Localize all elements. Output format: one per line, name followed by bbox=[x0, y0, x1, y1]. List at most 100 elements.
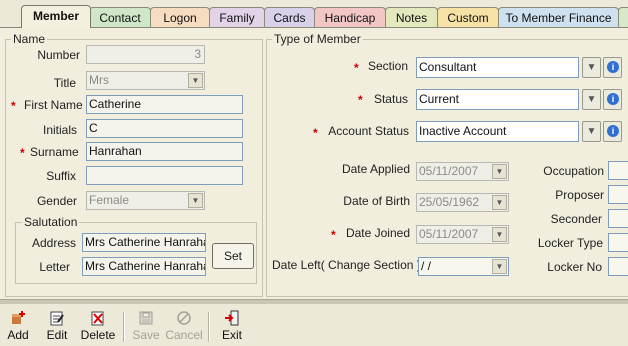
date-applied-value: 05/11/2007 bbox=[419, 164, 479, 178]
status-info-button[interactable]: i bbox=[603, 89, 622, 110]
account-status-info-button[interactable]: i bbox=[603, 121, 622, 142]
seconder-field[interactable] bbox=[608, 209, 628, 228]
number-field[interactable]: 3 bbox=[86, 45, 205, 64]
cancel-button[interactable]: Cancel bbox=[165, 310, 203, 342]
cancel-icon bbox=[176, 310, 192, 326]
tab-contact[interactable]: Contact bbox=[89, 7, 151, 27]
initials-field[interactable]: C bbox=[86, 119, 243, 138]
surname-field[interactable]: Hanrahan bbox=[86, 142, 243, 161]
tab-notes[interactable]: Notes bbox=[385, 7, 438, 27]
date-left-field[interactable]: / / ▼ bbox=[418, 257, 509, 276]
suffix-label: Suffix bbox=[46, 169, 76, 183]
save-icon bbox=[138, 310, 154, 326]
required-marker: * bbox=[313, 126, 318, 140]
tab-member[interactable]: Member bbox=[21, 5, 91, 28]
required-marker: * bbox=[11, 99, 16, 113]
status-dropdown-button[interactable]: ▼ bbox=[582, 89, 601, 110]
tab-to-member-finance[interactable]: To Member Finance bbox=[498, 7, 619, 27]
chevron-down-icon[interactable]: ▼ bbox=[188, 193, 203, 208]
required-marker: * bbox=[20, 146, 25, 160]
delete-button[interactable]: Delete bbox=[80, 310, 116, 342]
required-marker: * bbox=[331, 228, 336, 242]
tab-overflow[interactable] bbox=[618, 7, 628, 27]
proposer-label: Proposer bbox=[555, 188, 604, 202]
required-marker: * bbox=[358, 93, 363, 107]
set-button[interactable]: Set bbox=[212, 243, 254, 269]
tab-logon[interactable]: Logon bbox=[150, 7, 210, 27]
suffix-field[interactable] bbox=[86, 166, 243, 185]
number-label: Number bbox=[37, 48, 80, 62]
proposer-field[interactable] bbox=[608, 185, 628, 204]
tab-family[interactable]: Family bbox=[209, 7, 265, 27]
account-status-label: Account Status bbox=[328, 124, 409, 138]
edit-icon bbox=[49, 310, 65, 326]
toolbar-separator bbox=[123, 312, 125, 342]
add-button[interactable]: Add bbox=[6, 310, 30, 342]
date-of-birth-field[interactable]: 25/05/1962 ▼ bbox=[416, 193, 509, 212]
occupation-field[interactable] bbox=[608, 161, 628, 180]
address-label: Address bbox=[31, 236, 76, 250]
occupation-label: Occupation bbox=[543, 164, 604, 178]
chevron-down-icon[interactable]: ▼ bbox=[492, 259, 507, 274]
tab-cards[interactable]: Cards bbox=[264, 7, 315, 27]
delete-icon bbox=[90, 310, 106, 326]
gender-select[interactable]: Female ▼ bbox=[86, 191, 205, 210]
date-applied-field[interactable]: 05/11/2007 ▼ bbox=[416, 162, 509, 181]
first-name-field[interactable]: Catherine bbox=[86, 95, 243, 114]
exit-icon bbox=[224, 310, 240, 326]
seconder-label: Seconder bbox=[550, 212, 602, 226]
date-joined-value: 05/11/2007 bbox=[419, 227, 479, 241]
name-group-title: Name bbox=[11, 32, 48, 46]
status-label: Status bbox=[373, 92, 408, 106]
edit-button[interactable]: Edit bbox=[45, 310, 69, 342]
info-icon: i bbox=[607, 93, 619, 105]
tab-bar: Member Contact Logon Family Cards Handic… bbox=[0, 0, 628, 28]
date-applied-label: Date Applied bbox=[341, 162, 410, 176]
title-value: Mrs bbox=[89, 73, 109, 87]
section-info-button[interactable]: i bbox=[603, 57, 622, 78]
gender-label: Gender bbox=[36, 194, 77, 208]
chevron-down-icon[interactable]: ▼ bbox=[492, 227, 507, 242]
chevron-down-icon[interactable]: ▼ bbox=[492, 164, 507, 179]
date-left-label: Date Left( Change Section ) bbox=[272, 258, 421, 272]
date-joined-field[interactable]: 05/11/2007 ▼ bbox=[416, 225, 509, 244]
type-of-member-title: Type of Member bbox=[272, 32, 363, 46]
toolbar: Add Edit Delete Save Cancel Exit bbox=[0, 304, 628, 346]
salutation-title: Salutation bbox=[22, 215, 80, 229]
tab-handicap[interactable]: Handicap bbox=[314, 7, 386, 27]
locker-type-field[interactable] bbox=[608, 233, 628, 252]
date-left-value: / / bbox=[421, 259, 432, 273]
save-button[interactable]: Save bbox=[131, 310, 161, 342]
date-of-birth-label: Date of Birth bbox=[343, 194, 410, 208]
edit-label: Edit bbox=[46, 328, 68, 342]
letter-salutation-field[interactable]: Mrs Catherine Hanrahan bbox=[82, 257, 206, 276]
date-joined-label: Date Joined bbox=[345, 226, 410, 240]
locker-no-field[interactable] bbox=[608, 257, 628, 276]
exit-label: Exit bbox=[221, 328, 242, 342]
add-label: Add bbox=[7, 328, 29, 342]
title-select[interactable]: Mrs ▼ bbox=[86, 71, 205, 90]
section-label: Section bbox=[367, 59, 408, 73]
locker-type-label: Locker Type bbox=[537, 236, 603, 250]
chevron-down-icon[interactable]: ▼ bbox=[188, 73, 203, 88]
gender-value: Female bbox=[89, 193, 130, 207]
chevron-down-icon[interactable]: ▼ bbox=[492, 195, 507, 210]
status-select[interactable]: Current bbox=[416, 89, 579, 110]
date-of-birth-value: 25/05/1962 bbox=[419, 195, 480, 209]
title-label: Title bbox=[53, 76, 76, 90]
section-dropdown-button[interactable]: ▼ bbox=[582, 57, 601, 78]
info-icon: i bbox=[607, 61, 619, 73]
cancel-label: Cancel bbox=[165, 328, 203, 342]
save-label: Save bbox=[132, 328, 160, 342]
address-salutation-field[interactable]: Mrs Catherine Hanrahan bbox=[82, 233, 206, 252]
required-marker: * bbox=[354, 61, 359, 75]
surname-label: Surname bbox=[30, 145, 79, 159]
toolbar-separator bbox=[208, 312, 210, 342]
locker-no-label: Locker No bbox=[547, 260, 602, 274]
account-status-select[interactable]: Inactive Account bbox=[416, 121, 579, 142]
exit-button[interactable]: Exit bbox=[220, 310, 244, 342]
account-status-dropdown-button[interactable]: ▼ bbox=[582, 121, 601, 142]
letter-label: Letter bbox=[39, 260, 70, 274]
section-select[interactable]: Consultant bbox=[416, 57, 579, 78]
tab-custom[interactable]: Custom bbox=[437, 7, 499, 27]
